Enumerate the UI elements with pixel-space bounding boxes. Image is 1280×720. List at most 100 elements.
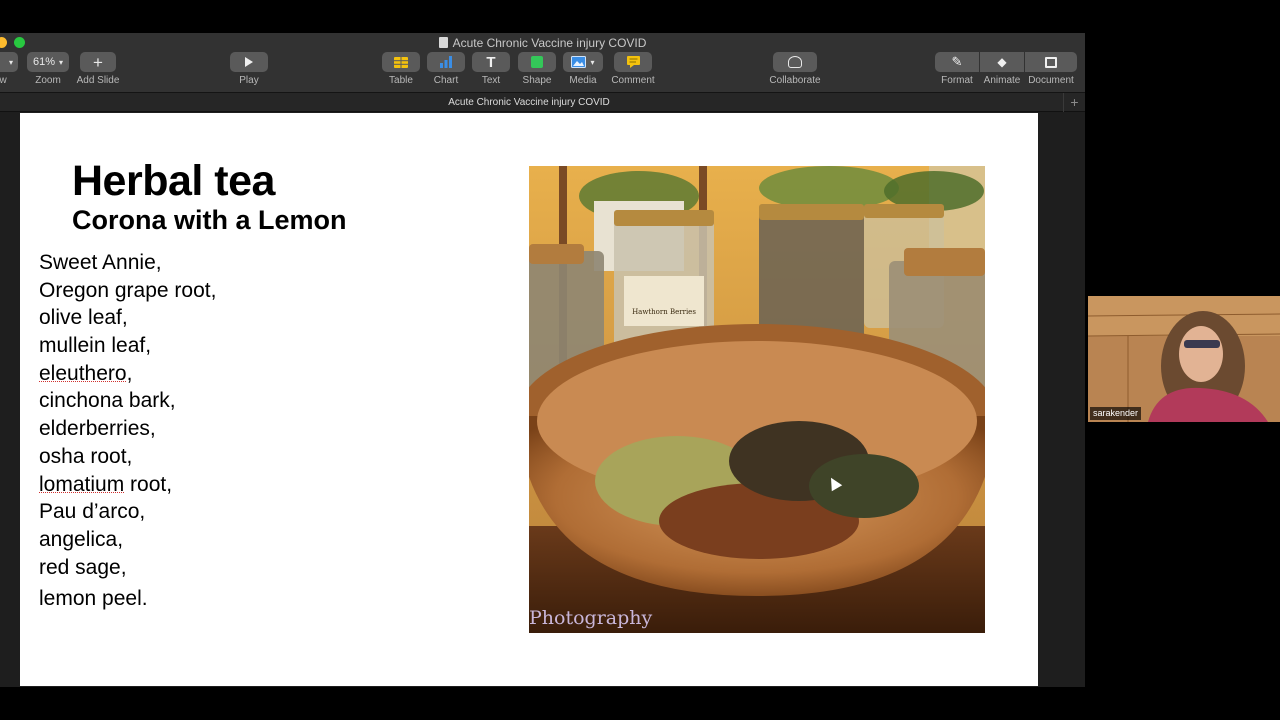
chart-button[interactable]: Chart [427, 52, 465, 88]
media-button[interactable]: ▾ Media [563, 52, 603, 88]
comment-icon [626, 56, 640, 68]
add-slide-button[interactable]: + Add Slide [74, 52, 122, 88]
ingredient-text: red sage, [39, 555, 127, 579]
diamond-icon: ◆ [997, 55, 1007, 69]
herb-bowl-illustration: Hawthorn Berries [529, 166, 985, 633]
document-label: Document [1028, 75, 1074, 86]
view-label: ew [0, 75, 7, 86]
slide-canvas[interactable]: Herbal tea Corona with a Lemon Sweet Ann… [20, 113, 1038, 686]
chart-label: Chart [433, 75, 459, 86]
play-button[interactable]: Play [229, 52, 269, 88]
plus-icon: + [93, 52, 103, 72]
media-image-icon [571, 56, 587, 68]
ingredient-text: Pau d’arco, [39, 500, 146, 524]
comment-label: Comment [611, 75, 655, 86]
table-button[interactable]: Table [382, 52, 420, 88]
ingredient-text: mullein leaf, [39, 334, 152, 358]
toolbar: Acute Chronic Vaccine injury COVID ▾ ew … [0, 33, 1085, 93]
add-slide-pill: + [80, 52, 116, 72]
zoom-select[interactable]: 61% ▾ [27, 52, 69, 72]
ingredient-text: osha root, [39, 444, 133, 468]
collaborate-pill [773, 52, 817, 72]
new-tab-button[interactable]: + [1063, 93, 1085, 112]
photo-watermark: Photography [529, 607, 653, 629]
participant-name: sarakender [1090, 407, 1142, 420]
list-item: osha root, [39, 443, 216, 471]
ingredient-text: Sweet Annie, [39, 251, 162, 274]
keynote-window: Acute Chronic Vaccine injury COVID ▾ ew … [0, 33, 1085, 687]
shape-square-icon [531, 56, 543, 68]
collaborate-label: Collaborate [769, 75, 821, 86]
format-button[interactable]: ✎ Format [935, 52, 979, 88]
ingredient-text: Oregon grape root, [39, 278, 217, 302]
format-label: Format [941, 75, 973, 86]
comment-button[interactable]: Comment [608, 52, 658, 88]
text-button[interactable]: T Text [472, 52, 510, 88]
jar-label-text: Hawthorn Berries [632, 308, 696, 316]
shape-pill [518, 52, 556, 72]
document-square-icon [1045, 56, 1057, 68]
animate-label: Animate [983, 75, 1021, 86]
media-pill: ▾ [563, 52, 603, 72]
zoom-value: 61% [32, 56, 55, 68]
ingredient-list[interactable]: Sweet Annie, Oregon grape root, olive le… [39, 249, 216, 613]
window-title-text: Acute Chronic Vaccine injury COVID [452, 36, 647, 50]
screen: Acute Chronic Vaccine injury COVID ▾ ew … [0, 0, 1280, 720]
format-pill: ✎ [935, 52, 979, 72]
participant-video-feed [1088, 296, 1280, 422]
chart-pill [427, 52, 465, 72]
play-pill [230, 52, 268, 72]
list-item: lemon peel. [39, 585, 216, 613]
list-item: elderberries, [39, 415, 216, 443]
animate-button[interactable]: ◆ Animate [980, 52, 1024, 88]
chevron-down-icon: ▾ [59, 57, 64, 67]
list-item: Oregon grape root, [39, 277, 216, 305]
document-pill [1025, 52, 1077, 72]
table-icon [394, 56, 408, 68]
list-item: Pau d’arco, [39, 498, 216, 526]
ingredient-text: cinchona bark, [39, 389, 176, 413]
collaborate-button[interactable]: Collaborate [766, 52, 824, 88]
tab-bar: Acute Chronic Vaccine injury COVID + [0, 93, 1085, 112]
shape-button[interactable]: Shape [517, 52, 557, 88]
animate-pill: ◆ [980, 52, 1024, 72]
list-item: Sweet Annie, [39, 249, 216, 277]
list-item: cinchona bark, [39, 387, 216, 415]
table-pill [382, 52, 420, 72]
chevron-down-icon: ▾ [8, 57, 13, 67]
ingredient-text: elderberries, [39, 417, 156, 441]
list-item: mullein leaf, [39, 332, 216, 360]
collaborate-person-icon [788, 56, 802, 68]
window-title: Acute Chronic Vaccine injury COVID [0, 35, 1085, 51]
ingredient-text: lemon peel. [39, 587, 148, 611]
participant-video[interactable]: sarakender [1088, 296, 1280, 422]
paintbrush-icon: ✎ [951, 54, 963, 69]
view-pill: ▾ [0, 52, 18, 72]
ingredient-text-misspelled: lomatium [39, 472, 125, 496]
slide-title[interactable]: Herbal tea [72, 157, 275, 206]
herb-bowl-photo[interactable]: Hawthorn Berries Photography [529, 166, 985, 633]
shape-label: Shape [522, 75, 552, 86]
view-button[interactable]: ▾ ew [0, 52, 18, 88]
zoom-label: Zoom [35, 75, 61, 86]
media-label: Media [569, 75, 597, 86]
document-button[interactable]: Document [1025, 52, 1077, 88]
ingredient-text-misspelled: eleuthero [39, 361, 127, 385]
list-item: olive leaf, [39, 304, 216, 332]
play-label: Play [239, 75, 259, 86]
text-t-icon: T [486, 53, 496, 71]
ingredient-suffix: , [126, 361, 133, 385]
list-item: lomatium root, [39, 471, 216, 499]
ingredient-text: angelica, [39, 527, 124, 551]
chevron-down-icon: ▾ [590, 57, 595, 67]
comment-pill [614, 52, 652, 72]
list-item: eleuthero, [39, 360, 216, 388]
text-label: Text [481, 75, 501, 86]
table-label: Table [389, 75, 413, 86]
ingredient-text: olive leaf, [39, 306, 128, 330]
add-slide-label: Add Slide [76, 75, 120, 86]
tab-document[interactable]: Acute Chronic Vaccine injury COVID [0, 93, 1058, 112]
document-icon [438, 37, 448, 48]
zoom-control[interactable]: 61% ▾ Zoom [27, 52, 69, 88]
slide-subtitle[interactable]: Corona with a Lemon [72, 205, 347, 236]
